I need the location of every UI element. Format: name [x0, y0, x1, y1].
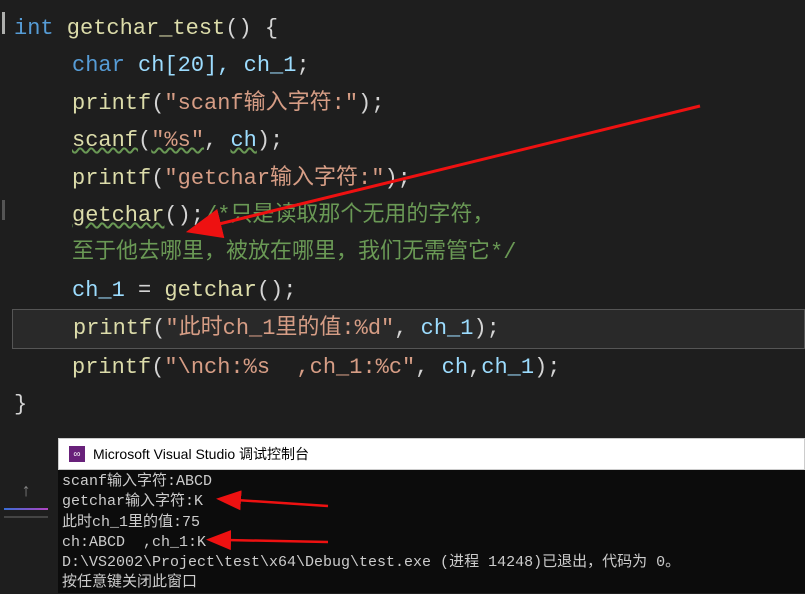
var-ch1: ch_1 [72, 278, 125, 303]
code-line[interactable]: char ch[20], ch_1; [14, 47, 805, 84]
console-line: 此时ch_1里的值:75 [62, 513, 801, 533]
fn-scanf: scanf [72, 128, 138, 153]
console-line: scanf输入字符:ABCD [62, 472, 801, 492]
console-line: D:\VS2002\Project\test\x64\Debug\test.ex… [62, 553, 801, 573]
code-line-active[interactable]: printf("此时ch_1里的值:%d", ch_1); [12, 309, 805, 348]
arg-ch: ch [442, 355, 468, 380]
string-literal: "scanf输入字符:" [164, 91, 358, 116]
code-line[interactable]: 至于他去哪里，被放在哪里，我们无需管它*/ [14, 234, 805, 271]
code-line[interactable]: scanf("%s", ch); [14, 122, 805, 159]
cursor-marker [2, 12, 5, 34]
console-title: Microsoft Visual Studio 调试控制台 [93, 444, 309, 464]
console-line: 按任意键关闭此窗口 [62, 573, 801, 593]
variables: ch[20], ch_1 [125, 53, 297, 78]
code-line[interactable]: ch_1 = getchar(); [14, 272, 805, 309]
console-output[interactable]: scanf输入字符:ABCD getchar输入字符:K 此时ch_1里的值:7… [58, 470, 805, 593]
activity-bar-fragment: ↑ [0, 478, 52, 593]
fn-printf: printf [72, 166, 151, 191]
gutter-marker [2, 200, 5, 220]
fn-getchar: getchar [72, 203, 164, 228]
debug-console-window[interactable]: ∞ Microsoft Visual Studio 调试控制台 scanf输入字… [58, 438, 805, 593]
console-line: ch:ABCD ,ch_1:K [62, 533, 801, 553]
console-line: getchar输入字符:K [62, 492, 801, 512]
progress-bar [4, 508, 48, 510]
vs-icon: ∞ [69, 446, 85, 462]
semicolon: ; [296, 53, 309, 78]
arg-ch: ch [230, 128, 256, 153]
function-name: getchar_test [54, 16, 226, 41]
arg-ch1: ch_1 [481, 355, 534, 380]
fn-getchar: getchar [164, 278, 256, 303]
comment: 至于他去哪里，被放在哪里，我们无需管它*/ [72, 240, 516, 265]
console-titlebar[interactable]: ∞ Microsoft Visual Studio 调试控制台 [58, 438, 805, 470]
arg-ch1: ch_1 [421, 316, 474, 341]
code-line[interactable]: } [14, 386, 805, 423]
progress-bar [4, 516, 48, 518]
punct: () { [225, 16, 278, 41]
code-line[interactable]: printf("scanf输入字符:"); [14, 85, 805, 122]
fn-printf: printf [72, 91, 151, 116]
fn-printf: printf [73, 316, 152, 341]
string-literal: "getchar输入字符:" [164, 166, 384, 191]
string-literal: "\nch:%s ,ch_1:%c" [164, 355, 415, 380]
up-arrow-icon[interactable]: ↑ [0, 478, 52, 506]
code-line[interactable]: getchar();/*只是读取那个无用的字符， [14, 197, 805, 234]
code-line[interactable]: printf("\nch:%s ,ch_1:%c", ch,ch_1); [14, 349, 805, 386]
keyword-char: char [72, 53, 125, 78]
string-literal: "%s" [151, 128, 204, 153]
comment: /*只是读取那个无用的字符， [204, 203, 494, 228]
keyword-int: int [14, 16, 54, 41]
fn-printf: printf [72, 355, 151, 380]
closing-brace: } [14, 392, 27, 417]
code-line[interactable]: printf("getchar输入字符:"); [14, 160, 805, 197]
string-literal: "此时ch_1里的值:%d" [165, 316, 394, 341]
code-line[interactable]: int getchar_test() { [14, 10, 805, 47]
code-editor[interactable]: int getchar_test() { char ch[20], ch_1; … [0, 0, 805, 430]
